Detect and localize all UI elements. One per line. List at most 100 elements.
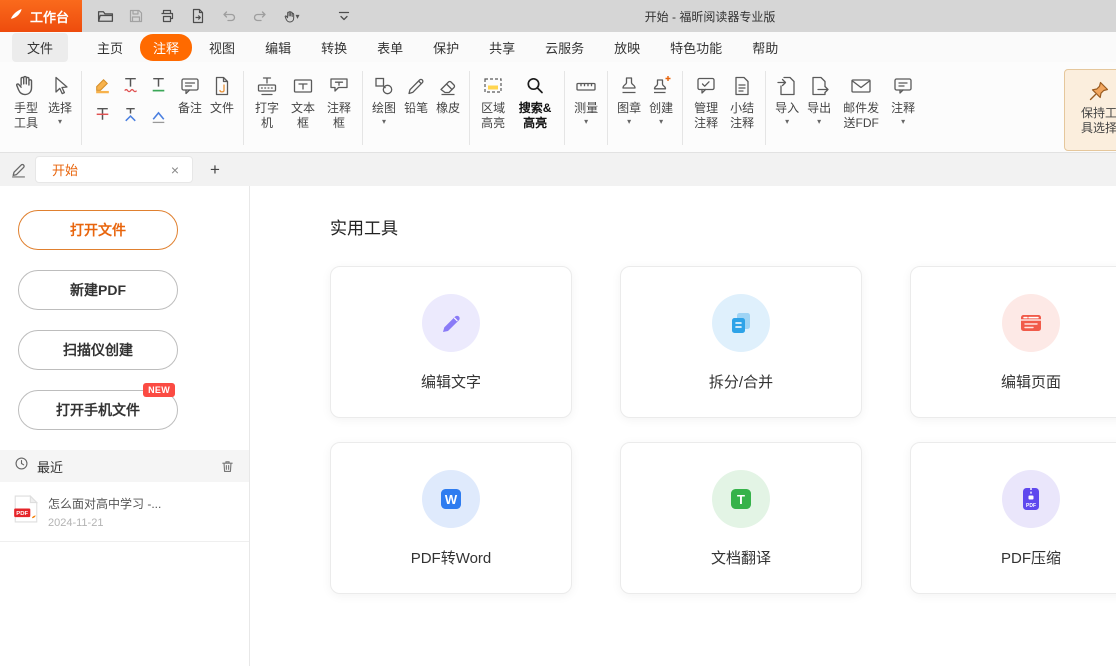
save-icon[interactable] bbox=[123, 4, 149, 28]
strikethrough-icon[interactable] bbox=[90, 101, 115, 128]
export-comments-button[interactable]: 导出 ▾ bbox=[803, 69, 835, 128]
highlight-icon[interactable] bbox=[90, 71, 115, 98]
open-folder-icon[interactable] bbox=[92, 4, 118, 28]
titlebar: 工作台 ▾ bbox=[0, 0, 1116, 32]
new-tab-button[interactable]: + bbox=[205, 160, 225, 180]
underline-icon[interactable] bbox=[146, 71, 171, 98]
tab-close-icon[interactable]: × bbox=[168, 162, 182, 178]
split-merge-icon bbox=[712, 294, 770, 352]
summary-comments-button[interactable]: 小结注释 bbox=[724, 69, 760, 133]
foxit-logo-icon bbox=[9, 7, 24, 25]
pdf-file-icon: PDF bbox=[14, 495, 38, 528]
open-mobile-file-button[interactable]: 打开手机文件 NEW bbox=[18, 390, 178, 430]
create-stamp-button[interactable]: 创建 ▾ bbox=[645, 69, 677, 128]
annotation-quick-icon[interactable] bbox=[7, 159, 29, 181]
svg-text:PDF: PDF bbox=[1026, 503, 1036, 509]
scanner-create-button[interactable]: 扫描仪创建 bbox=[18, 330, 178, 370]
email-fdf-button[interactable]: 邮件发送FDF bbox=[835, 69, 887, 133]
tool-card-pdf-compress[interactable]: PDF PDF压缩 bbox=[910, 442, 1116, 594]
callout-icon bbox=[327, 71, 351, 98]
menu-tab-view[interactable]: 视图 bbox=[196, 34, 248, 61]
menu-tab-protect[interactable]: 保护 bbox=[420, 34, 472, 61]
menu-file-button[interactable]: 文件 bbox=[12, 33, 68, 62]
pushpin-icon bbox=[1087, 76, 1111, 103]
tool-card-doc-translate[interactable]: T 文档翻译 bbox=[620, 442, 862, 594]
eraser-button[interactable]: 橡皮 bbox=[432, 69, 464, 118]
start-page: 打开文件 新建PDF 扫描仪创建 打开手机文件 NEW 最近 bbox=[0, 186, 1116, 666]
workspace-button[interactable]: 工作台 bbox=[0, 0, 82, 32]
tool-card-edit-pages[interactable]: 编辑页面 bbox=[910, 266, 1116, 418]
drawing-button[interactable]: 绘图 ▾ bbox=[368, 69, 400, 128]
ribbon-divider bbox=[564, 71, 565, 145]
menu-tab-edit[interactable]: 编辑 bbox=[252, 34, 304, 61]
stamp-button[interactable]: 图章 ▾ bbox=[613, 69, 645, 128]
menubar: 文件 主页 注释 视图 编辑 转换 表单 保护 共享 云服务 放映 特色功能 帮… bbox=[0, 32, 1116, 62]
note-button[interactable]: 备注 bbox=[174, 69, 206, 118]
tool-card-pdf-to-word[interactable]: W PDF转Word bbox=[330, 442, 572, 594]
ribbon-divider bbox=[243, 71, 244, 145]
ribbon-comment: 手型工具 选择 ▾ bbox=[0, 62, 1116, 153]
pencil-icon bbox=[404, 71, 428, 98]
export-page-icon[interactable] bbox=[185, 4, 211, 28]
drawing-caret-icon: ▾ bbox=[382, 118, 386, 126]
tools-grid: 编辑文字 拆分/合并 编辑页面 W bbox=[330, 266, 1116, 594]
print-icon[interactable] bbox=[154, 4, 180, 28]
search-highlight-button[interactable]: 搜索&高亮 bbox=[511, 69, 559, 133]
tool-card-split-merge[interactable]: 拆分/合并 bbox=[620, 266, 862, 418]
pencil-button[interactable]: 铅笔 bbox=[400, 69, 432, 118]
select-tool-button[interactable]: 选择 ▾ bbox=[44, 69, 76, 128]
attach-file-button[interactable]: 文件 bbox=[206, 69, 238, 118]
hand-tool-button[interactable]: 手型工具 bbox=[8, 69, 44, 133]
insert-text-icon[interactable] bbox=[146, 101, 171, 128]
area-highlight-button[interactable]: 区域高亮 bbox=[475, 69, 511, 133]
measure-caret-icon: ▾ bbox=[584, 118, 588, 126]
redo-icon[interactable] bbox=[247, 4, 273, 28]
svg-text:T: T bbox=[737, 492, 745, 507]
typewriter-button[interactable]: 打字机 bbox=[249, 69, 285, 133]
quick-tool-hand-icon[interactable]: ▾ bbox=[278, 4, 304, 28]
recent-file-item[interactable]: PDF 怎么面对高中学习 -... 2024-11-21 bbox=[0, 482, 249, 542]
tools-heading: 实用工具 bbox=[330, 214, 1116, 239]
tab-start[interactable]: 开始 × bbox=[35, 156, 193, 183]
attach-file-icon bbox=[210, 71, 234, 98]
import-icon bbox=[775, 71, 799, 98]
undo-icon[interactable] bbox=[216, 4, 242, 28]
customize-toolbar-icon[interactable] bbox=[331, 4, 357, 28]
create-caret-icon: ▾ bbox=[659, 118, 663, 126]
textbox-icon bbox=[291, 71, 315, 98]
svg-text:W: W bbox=[445, 492, 458, 507]
menu-tab-cloud[interactable]: 云服务 bbox=[532, 34, 597, 61]
new-pdf-button[interactable]: 新建PDF bbox=[18, 270, 178, 310]
quick-tool-caret-icon: ▾ bbox=[296, 12, 300, 21]
manage-comments-button[interactable]: 管理注释 bbox=[688, 69, 724, 133]
clear-recent-trash-icon[interactable] bbox=[220, 459, 235, 474]
menu-tab-slideshow[interactable]: 放映 bbox=[601, 34, 653, 61]
comments-panel-button[interactable]: 注释 ▾ bbox=[887, 69, 919, 128]
typewriter-icon bbox=[255, 71, 279, 98]
select-caret-icon: ▾ bbox=[58, 118, 62, 126]
squiggly-underline-icon[interactable] bbox=[118, 71, 143, 98]
drawing-shapes-icon bbox=[372, 71, 396, 98]
email-icon bbox=[849, 71, 873, 98]
clock-icon bbox=[14, 456, 29, 476]
import-caret-icon: ▾ bbox=[785, 118, 789, 126]
import-comments-button[interactable]: 导入 ▾ bbox=[771, 69, 803, 128]
menu-tab-comment[interactable]: 注释 bbox=[140, 34, 192, 61]
menu-tab-home[interactable]: 主页 bbox=[84, 34, 136, 61]
keep-tool-selected-button[interactable]: 保持工具选择 bbox=[1064, 69, 1116, 151]
replace-text-icon[interactable] bbox=[118, 101, 143, 128]
menu-tab-convert[interactable]: 转换 bbox=[308, 34, 360, 61]
menu-tab-share[interactable]: 共享 bbox=[476, 34, 528, 61]
tool-card-edit-text[interactable]: 编辑文字 bbox=[330, 266, 572, 418]
recent-label: 最近 bbox=[37, 457, 220, 476]
callout-button[interactable]: 注释框 bbox=[321, 69, 357, 133]
menu-tab-form[interactable]: 表单 bbox=[364, 34, 416, 61]
eraser-icon bbox=[436, 71, 460, 98]
comments-bubble-icon bbox=[891, 71, 915, 98]
open-file-button[interactable]: 打开文件 bbox=[18, 210, 178, 250]
menu-tab-help[interactable]: 帮助 bbox=[739, 34, 791, 61]
menu-tab-features[interactable]: 特色功能 bbox=[657, 34, 735, 61]
textbox-button[interactable]: 文本框 bbox=[285, 69, 321, 133]
stamp-icon bbox=[617, 71, 641, 98]
measure-button[interactable]: 测量 ▾ bbox=[570, 69, 602, 128]
